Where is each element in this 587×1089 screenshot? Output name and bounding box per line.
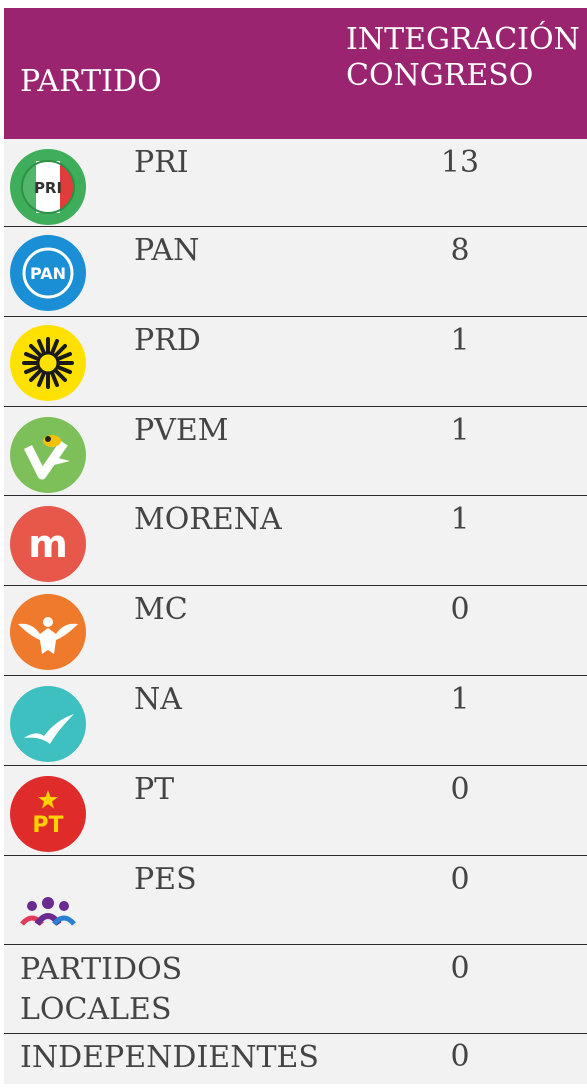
pvem-logo-icon <box>10 417 86 493</box>
mc-logo-icon <box>10 594 86 670</box>
pan-logo-icon: PAN <box>10 235 86 311</box>
prd-logo-icon <box>10 325 86 401</box>
pes-logo-icon <box>20 897 76 926</box>
party-name: INDEPENDIENTES <box>20 1040 319 1075</box>
header-integration-line1: INTEGRACIÓN <box>346 22 580 57</box>
party-name: PES <box>134 862 197 897</box>
party-name: PARTIDOS LOCALES <box>20 952 183 1027</box>
morena-logo-icon: m <box>10 506 86 582</box>
table-row: PRI PRI 13 <box>4 139 587 227</box>
party-name: MORENA <box>134 502 282 537</box>
table-row: NA 1 <box>4 676 587 766</box>
table-row: INDEPENDIENTES 0 <box>4 1034 587 1084</box>
table-header: PARTIDO INTEGRACIÓN CONGRESO <box>4 8 587 139</box>
party-name: PVEM <box>134 413 229 448</box>
pt-logo-icon: PT <box>10 776 86 852</box>
morena-logo-text: m <box>28 522 68 566</box>
table-row: PVEM 1 <box>4 407 587 496</box>
na-logo-icon <box>10 686 86 762</box>
pri-logo-text: PRI <box>34 179 62 197</box>
table-row: PARTIDOS LOCALES 0 <box>4 945 587 1034</box>
table-row: PES 0 <box>4 856 587 945</box>
header-integration-line2: CONGRESO <box>346 58 534 93</box>
pt-logo-text: PT <box>32 813 63 838</box>
table-row: PRD 1 <box>4 317 587 407</box>
congress-table: PARTIDO INTEGRACIÓN CONGRESO PRI PRI 13 … <box>4 8 587 1084</box>
party-name: PRI <box>134 145 189 180</box>
table-row: PT PT 0 <box>4 766 587 856</box>
party-name: NA <box>134 682 182 717</box>
party-name: PT <box>134 772 175 807</box>
pri-logo-icon: PRI <box>10 149 86 225</box>
table-row: MC 0 <box>4 586 587 676</box>
party-name: PAN <box>134 233 200 268</box>
header-party: PARTIDO <box>20 64 162 99</box>
table-row: m MORENA 1 <box>4 496 587 586</box>
header-integration: INTEGRACIÓN CONGRESO <box>346 22 580 94</box>
pan-logo-text: PAN <box>30 264 66 283</box>
table-row: PAN PAN 8 <box>4 227 587 317</box>
party-name: MC <box>134 592 188 627</box>
party-name: PRD <box>134 323 201 358</box>
